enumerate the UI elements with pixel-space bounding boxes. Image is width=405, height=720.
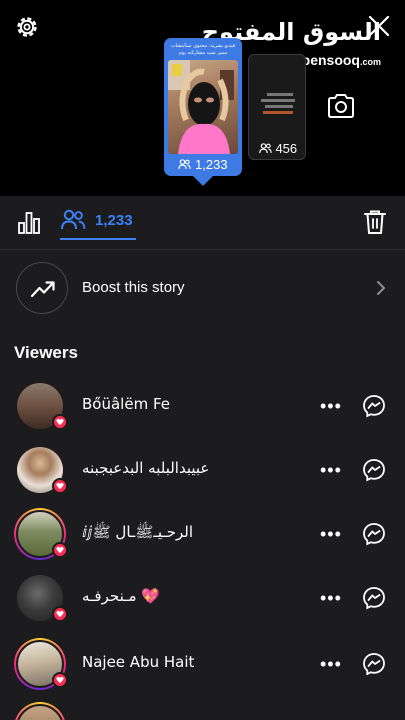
viewer-row[interactable]: عبيبدالبلبه البدعبجبنه ••• [0, 444, 405, 496]
messenger-icon[interactable] [362, 586, 386, 610]
boost-label: Boost this story [82, 279, 185, 296]
tab-insights-chart-icon[interactable] [16, 210, 42, 236]
avatar-story-ring[interactable] [14, 508, 68, 560]
story-views-count: 1,233 [164, 157, 242, 172]
viewer-username[interactable]: عبيبدالبلبه البدعبجبنه [82, 459, 209, 477]
close-icon[interactable] [367, 14, 391, 38]
camera-icon[interactable] [326, 92, 356, 120]
viewer-username[interactable]: ⅈⅉالرحـيـﷺـال ﷺ [82, 523, 193, 545]
viewers-heading: Viewers [14, 343, 78, 362]
viewer-row[interactable]: Bőüâlëm Fe ••• [0, 380, 405, 432]
avatar-story-ring[interactable] [14, 638, 68, 690]
story-thumbnail-second[interactable]: 456 [248, 54, 306, 160]
liked-heart-badge [52, 414, 68, 430]
viewers-icon [259, 143, 272, 154]
more-options-icon[interactable]: ••• [320, 524, 342, 545]
story-preview-area: السوق المفتوح opensooq.com فيديو بشرية: … [0, 0, 405, 196]
boost-story-row[interactable]: Boost this story [0, 262, 405, 314]
viewer-row[interactable]: مـنحرفـه 💖 ••• [0, 572, 405, 624]
story-thumbnail-image [261, 93, 295, 114]
viewer-username[interactable]: مـنحرفـه 💖 [82, 587, 160, 605]
avatar[interactable] [14, 444, 68, 496]
viewer-row[interactable]: Najee Abu Hait ••• [0, 638, 405, 690]
tab-viewers-count: 1,233 [95, 212, 133, 229]
more-options-icon[interactable]: ••• [320, 460, 342, 481]
avatar[interactable] [14, 572, 68, 624]
viewers-icon [61, 209, 86, 230]
avatar[interactable] [14, 380, 68, 432]
messenger-icon[interactable] [362, 522, 386, 546]
trash-icon[interactable] [363, 209, 387, 235]
settings-gear-icon[interactable] [14, 14, 40, 40]
viewer-row[interactable]: ⅈⅉالرحـيـﷺـال ﷺ ••• [0, 508, 405, 560]
messenger-icon[interactable] [362, 652, 386, 676]
story-thumbnail-selected[interactable]: فيديو بشرية: محتوى سنابتشات مميز تمت مشا… [164, 38, 242, 176]
second-story-views-count: 456 [249, 141, 305, 156]
more-options-icon[interactable]: ••• [320, 588, 342, 609]
selected-story-pointer [193, 176, 213, 186]
insights-tab-bar: 1,233 [0, 196, 405, 250]
liked-heart-badge [52, 478, 68, 494]
liked-heart-badge [52, 672, 68, 688]
viewer-username[interactable]: Bőüâlëm Fe [82, 395, 170, 413]
trending-up-icon [30, 281, 55, 298]
avatar-story-ring[interactable] [14, 702, 66, 720]
more-options-icon[interactable]: ••• [320, 654, 342, 675]
liked-heart-badge [52, 542, 68, 558]
story-caption: فيديو بشرية: محتوى سنابتشات مميز تمت مشا… [170, 43, 236, 56]
viewer-username[interactable]: Najee Abu Hait [82, 653, 194, 671]
viewers-icon [178, 159, 192, 170]
messenger-icon[interactable] [362, 458, 386, 482]
chevron-right-icon [377, 281, 385, 295]
liked-heart-badge [52, 606, 68, 622]
story-photo [168, 60, 238, 154]
more-options-icon[interactable]: ••• [320, 396, 342, 417]
viewer-row-partial[interactable] [0, 702, 405, 720]
boost-icon-circle [16, 262, 68, 314]
tab-viewers[interactable]: 1,233 [60, 206, 136, 240]
messenger-icon[interactable] [362, 394, 386, 418]
